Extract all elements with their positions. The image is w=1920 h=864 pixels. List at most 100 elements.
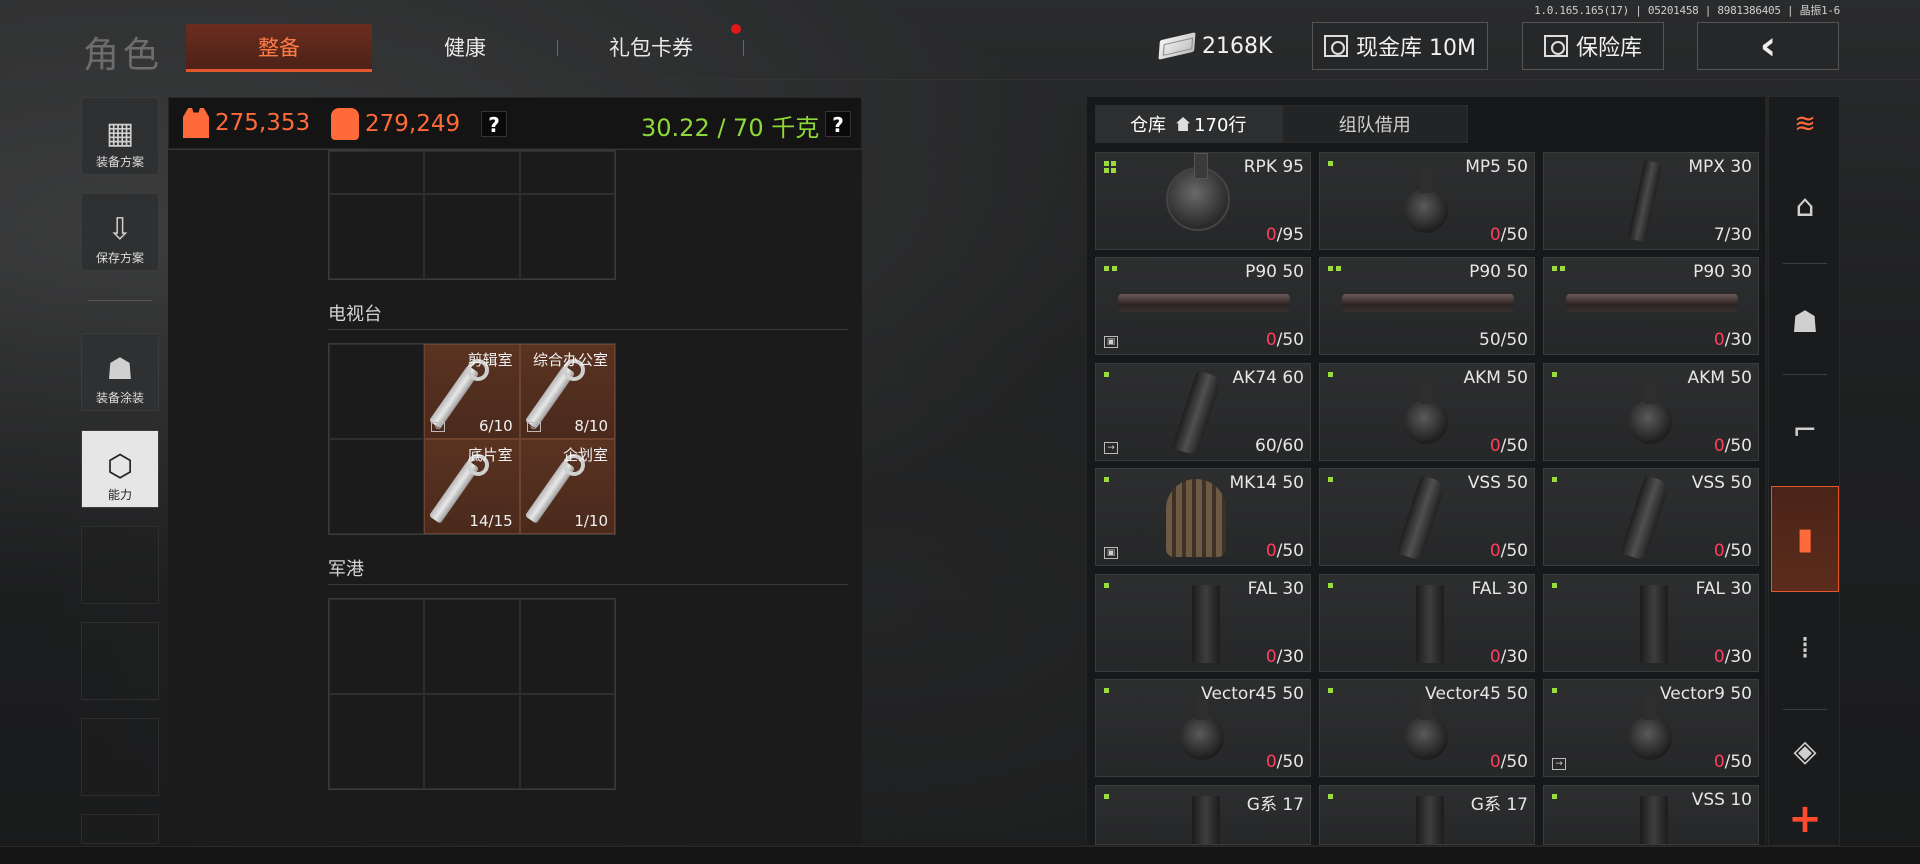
item-name: MP5 50	[1465, 157, 1528, 177]
rifle-icon[interactable]: ⌐	[1771, 377, 1839, 483]
item-quantity: 0/50	[1490, 541, 1528, 561]
tab-gift[interactable]: 礼包卡券	[558, 24, 744, 72]
key-name: 底片室	[467, 446, 513, 464]
magazine-item[interactable]: MP5 50 0/50	[1319, 152, 1535, 250]
max-quantity: /50	[1500, 225, 1528, 245]
max-quantity: /30	[1724, 330, 1752, 350]
magazine-icon	[1640, 585, 1668, 663]
current-quantity: 0	[1489, 436, 1501, 456]
item-quantity: 0/50	[1490, 436, 1528, 456]
locked-icon: ⊘	[431, 422, 446, 432]
item-name: P90 50	[1469, 262, 1528, 282]
weight-help-button[interactable]: ?	[825, 111, 851, 137]
ability-button[interactable]: ⬡ 能力	[81, 430, 159, 508]
tab-storage[interactable]: 仓库 170行	[1095, 105, 1282, 143]
magazine-item[interactable]: G系 17	[1319, 785, 1535, 845]
key-item[interactable]: 底片室 14/15	[424, 439, 520, 534]
category-divider	[1783, 709, 1827, 710]
helmet-icon[interactable]: ☗	[1771, 269, 1839, 375]
home-icon[interactable]: ⌂	[1771, 153, 1839, 259]
magazine-icon	[1566, 294, 1738, 312]
tab-equip[interactable]: 整备	[186, 24, 372, 72]
key-case-panel: 电视台 ⊘ 剪辑室 6/10 ⊘ 综合办公室 8/10 底片室 14/15 企划…	[168, 150, 862, 844]
max-quantity: /50	[1276, 330, 1304, 350]
key-grid-port	[328, 598, 616, 790]
magazine-item[interactable]: AKM 50 0/50	[1319, 363, 1535, 461]
plus-icon[interactable]: +	[1771, 793, 1839, 845]
key-slot[interactable]	[329, 193, 425, 279]
magazine-item[interactable]: VSS 50 0/50	[1543, 468, 1759, 566]
rarity-tag-icon	[1328, 583, 1333, 588]
magazine-item[interactable]: P90 30 0/30	[1543, 257, 1759, 355]
empty-slot	[81, 622, 159, 700]
tab-storage-label: 仓库	[1130, 115, 1167, 136]
magazine-item[interactable]: MPX 30 7/30	[1543, 152, 1759, 250]
key-slot[interactable]	[329, 151, 425, 194]
magazine-item[interactable]: FAL 30 0/30	[1319, 574, 1535, 672]
key-slot[interactable]	[519, 694, 615, 789]
save-plan-label: 保存方案	[95, 251, 144, 265]
helmet-icon: ☗	[106, 352, 134, 387]
ammo-icon[interactable]: ⁞	[1771, 595, 1839, 701]
magazine-item[interactable]: VSS 10	[1543, 785, 1759, 845]
scope-icon[interactable]: ◈	[1771, 713, 1839, 789]
current-quantity: 0	[1713, 752, 1725, 772]
item-name: MK14 50	[1229, 473, 1304, 493]
key-slot[interactable]	[519, 193, 615, 279]
magazine-item[interactable]: FAL 30 0/30	[1543, 574, 1759, 672]
key-slot[interactable]	[424, 193, 520, 279]
item-quantity: 0/30	[1266, 647, 1304, 667]
magazine-item[interactable]: G系 17	[1095, 785, 1311, 845]
key-item[interactable]: 企划室 1/10	[519, 439, 615, 534]
item-name: P90 30	[1693, 262, 1752, 282]
magazine-item[interactable]: Vector45 50 0/50	[1095, 679, 1311, 777]
key-slot[interactable]	[424, 599, 520, 694]
exit-icon: →	[1104, 442, 1118, 454]
value-help-button[interactable]: ?	[481, 111, 507, 137]
magazine-icon	[1192, 585, 1220, 663]
magazine-item[interactable]: P90 50 50/50	[1319, 257, 1535, 355]
key-slot[interactable]	[519, 151, 615, 194]
magazine-icon[interactable]: ▮	[1771, 486, 1839, 592]
magazine-item[interactable]: MK14 50 0/50 ▣	[1095, 468, 1311, 566]
safe-button[interactable]: 保险库	[1522, 22, 1664, 70]
key-slot[interactable]	[519, 599, 615, 694]
magazine-item[interactable]: AKM 50 0/50	[1543, 363, 1759, 461]
safe-label: 保险库	[1575, 36, 1642, 61]
save-plan-button[interactable]: ⇩ 保存方案	[81, 193, 159, 271]
magazine-item[interactable]: RPK 95 0/95	[1095, 152, 1311, 250]
key-item[interactable]: ⊘ 剪辑室 6/10	[424, 344, 520, 439]
rarity-tag-icon	[1104, 372, 1109, 377]
magazine-item[interactable]: AK74 60 60/60 →	[1095, 363, 1311, 461]
cash-vault-label: 现金库 10M	[1356, 36, 1476, 61]
item-quantity: 0/30	[1714, 330, 1752, 350]
tab-team-borrow[interactable]: 组队借用	[1281, 105, 1468, 143]
loadout-plan-button[interactable]: ▦ 装备方案	[81, 97, 159, 175]
magazine-item[interactable]: Vector45 50 0/50	[1319, 679, 1535, 777]
category-divider	[1783, 263, 1827, 264]
magazine-item[interactable]: FAL 30 0/30	[1095, 574, 1311, 672]
key-slot[interactable]	[329, 344, 425, 439]
magazine-icon	[1166, 479, 1226, 557]
max-quantity: /50	[1276, 752, 1304, 772]
key-slot[interactable]	[329, 599, 425, 694]
key-slot[interactable]	[424, 151, 520, 194]
magazine-item[interactable]: Vector9 50 0/50 →	[1543, 679, 1759, 777]
key-slot[interactable]	[329, 694, 425, 789]
magazine-item[interactable]: VSS 50 0/50	[1319, 468, 1535, 566]
key-name: 剪辑室	[467, 351, 513, 369]
cash-vault-button[interactable]: 现金库 10M	[1312, 22, 1488, 70]
top-bar: 角色 整备 健康 礼包卡券 2168K 现金库 10M 保险库 ‹	[0, 0, 1920, 80]
max-quantity: /50	[1276, 541, 1304, 561]
equipment-skin-button[interactable]: ☗ 装备涂装	[81, 333, 159, 411]
tab-health[interactable]: 健康	[372, 24, 558, 72]
magazine-item[interactable]: P90 50 0/50 ▣	[1095, 257, 1311, 355]
magazine-icon	[1628, 694, 1672, 760]
key-slot[interactable]	[329, 439, 425, 534]
magazine-icon	[1342, 294, 1514, 312]
sort-icon[interactable]: ≋	[1771, 99, 1839, 149]
back-button[interactable]: ‹	[1697, 22, 1839, 70]
item-name: FAL 30	[1695, 579, 1752, 599]
key-item[interactable]: ⊘ 综合办公室 8/10	[519, 344, 615, 439]
key-slot[interactable]	[424, 694, 520, 789]
